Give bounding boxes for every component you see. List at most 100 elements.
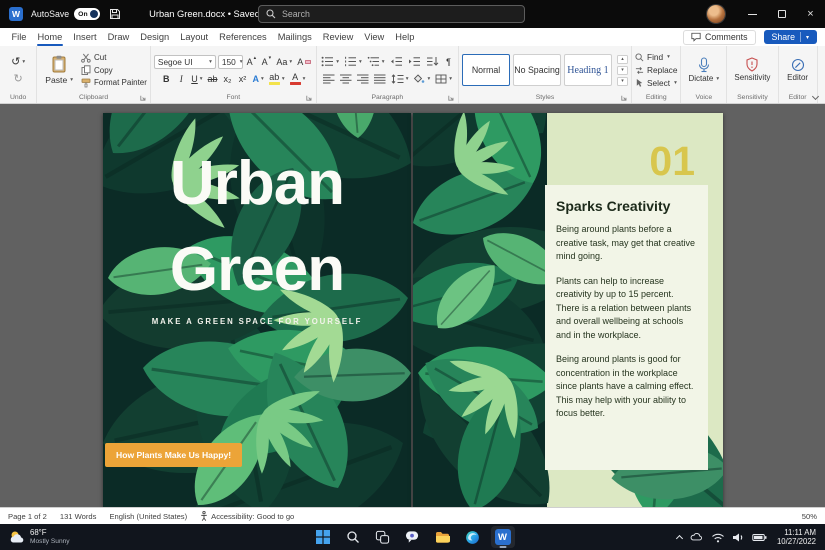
show-formatting-button[interactable]: ¶ (442, 54, 455, 69)
replace-button[interactable]: Replace (635, 65, 677, 75)
zoom-level[interactable]: 50% (802, 512, 817, 521)
tab-file[interactable]: File (6, 28, 32, 46)
close-button[interactable]: × (796, 0, 825, 28)
font-dialog-launcher[interactable] (306, 95, 312, 101)
superscript-button[interactable]: x² (236, 71, 249, 86)
tray-show-hidden-icons-button[interactable] (677, 534, 682, 541)
document-page-2[interactable]: 01 Sparks Creativity Being around plants… (413, 113, 723, 507)
bullets-button[interactable]: ▾ (320, 54, 341, 69)
tab-mailings[interactable]: Mailings (272, 28, 317, 46)
page-indicator[interactable]: Page 1 of 2 (8, 512, 47, 521)
style-normal[interactable]: Normal (462, 54, 510, 86)
shading-button[interactable]: ▾ (412, 71, 432, 86)
word-taskbar-button[interactable]: W (491, 526, 515, 548)
font-color-button[interactable]: A▾ (288, 71, 307, 86)
copy-button[interactable]: Copy (81, 65, 113, 75)
strikethrough-button[interactable]: ab (206, 71, 219, 86)
subscript-button[interactable]: x₂ (221, 71, 234, 86)
align-right-button[interactable] (355, 71, 370, 86)
tab-layout[interactable]: Layout (175, 28, 214, 46)
weather-widget[interactable]: 68°F Mostly Sunny (0, 529, 70, 546)
search-input[interactable] (282, 9, 517, 19)
underline-button[interactable]: U▾ (190, 71, 204, 86)
document-title-menu[interactable]: Urban Green.docx • Saved ▾ (149, 9, 268, 19)
editor-group-label: Editor (789, 94, 807, 101)
numbering-button[interactable]: ▾ (342, 54, 363, 69)
select-button[interactable]: Select▾ (635, 78, 677, 88)
bold-button[interactable]: B (160, 71, 173, 86)
grow-font-button[interactable]: A▴ (245, 54, 258, 69)
word-count[interactable]: 131 Words (60, 512, 97, 521)
tab-references[interactable]: References (214, 28, 273, 46)
decrease-indent-button[interactable] (388, 54, 404, 69)
style-heading-1[interactable]: Heading 1 (564, 54, 612, 86)
tab-draw[interactable]: Draw (102, 28, 135, 46)
tab-design[interactable]: Design (135, 28, 175, 46)
paragraph-dialog-launcher[interactable] (448, 95, 454, 101)
tab-insert[interactable]: Insert (68, 28, 102, 46)
styles-dialog-launcher[interactable] (621, 95, 627, 101)
volume-icon[interactable] (732, 532, 745, 543)
dictate-button[interactable]: Dictate▾ (684, 57, 723, 84)
chevron-down-icon: ▾ (200, 76, 203, 82)
maximize-button[interactable] (767, 0, 796, 28)
taskbar-clock[interactable]: 11:11 AM 10/27/2022 (777, 528, 816, 547)
language-indicator[interactable]: English (United States) (109, 512, 187, 521)
justify-button[interactable] (372, 71, 387, 86)
document-page-1[interactable]: Urban Green MAKE A GREEN SPACE FOR YOURS… (103, 113, 411, 507)
clear-formatting-button[interactable]: A (296, 54, 313, 69)
autosave-toggle[interactable]: On (74, 8, 100, 20)
shrink-font-button[interactable]: A▾ (260, 54, 273, 69)
styles-gallery-down-button[interactable]: ▾ (617, 66, 628, 75)
highlight-color-button[interactable]: ab▾ (267, 71, 286, 86)
tab-review[interactable]: Review (317, 28, 358, 46)
taskbar-search-button[interactable] (341, 526, 365, 548)
wifi-icon[interactable] (711, 532, 725, 543)
style-no-spacing[interactable]: No Spacing (513, 54, 561, 86)
accessibility-person-icon (200, 511, 208, 521)
tab-help[interactable]: Help (390, 28, 420, 46)
increase-indent-button[interactable] (406, 54, 422, 69)
clipboard-dialog-launcher[interactable] (140, 95, 146, 101)
start-button[interactable] (311, 526, 335, 548)
line-spacing-button[interactable]: ▾ (389, 71, 410, 86)
paste-button[interactable]: Paste▾ (40, 54, 78, 86)
sensitivity-button[interactable]: Sensitivity (730, 57, 774, 83)
cut-button[interactable]: Cut (81, 53, 106, 63)
editor-button[interactable]: Editor (783, 58, 812, 83)
align-center-button[interactable] (338, 71, 353, 86)
titlebar-search[interactable] (258, 5, 525, 23)
undo-button[interactable]: ↺▾ (10, 54, 27, 69)
redo-button[interactable]: ↻ (12, 71, 25, 86)
italic-button[interactable]: I (175, 71, 188, 86)
align-left-button[interactable] (321, 71, 336, 86)
font-size-select[interactable]: 150▾ (218, 55, 243, 69)
user-avatar[interactable] (707, 5, 725, 23)
titlebar: W AutoSave On Urban Green.docx • Saved ▾… (0, 0, 825, 28)
collapse-ribbon-button[interactable] (813, 94, 818, 99)
sort-button[interactable] (424, 54, 440, 69)
tab-view[interactable]: View (359, 28, 390, 46)
minimize-button[interactable] (738, 0, 767, 28)
multilevel-list-button[interactable]: ▾ (365, 54, 386, 69)
format-painter-button[interactable]: Format Painter (81, 78, 147, 88)
task-view-button[interactable] (371, 526, 395, 548)
borders-button[interactable]: ▾ (434, 71, 454, 86)
comments-button[interactable]: Comments (683, 30, 756, 45)
chat-button[interactable] (401, 526, 425, 548)
accessibility-status[interactable]: Accessibility: Good to go (200, 511, 294, 521)
find-button[interactable]: Find▾ (635, 52, 670, 62)
document-canvas[interactable]: Urban Green MAKE A GREEN SPACE FOR YOURS… (0, 104, 825, 507)
save-button[interactable] (109, 8, 121, 20)
battery-icon[interactable] (752, 533, 767, 542)
text-effects-button[interactable]: A▾ (251, 71, 265, 86)
styles-gallery-up-button[interactable]: ▴ (617, 55, 628, 64)
share-button[interactable]: Share ▾ (764, 30, 818, 44)
change-case-button[interactable]: Aa▾ (275, 54, 294, 69)
font-name-select[interactable]: Segoe UI▾ (154, 55, 216, 69)
file-explorer-button[interactable] (431, 526, 455, 548)
onedrive-icon[interactable] (689, 532, 704, 542)
tab-home[interactable]: Home (32, 28, 68, 46)
styles-gallery-more-button[interactable]: ▾ (617, 77, 628, 86)
edge-button[interactable] (461, 526, 485, 548)
